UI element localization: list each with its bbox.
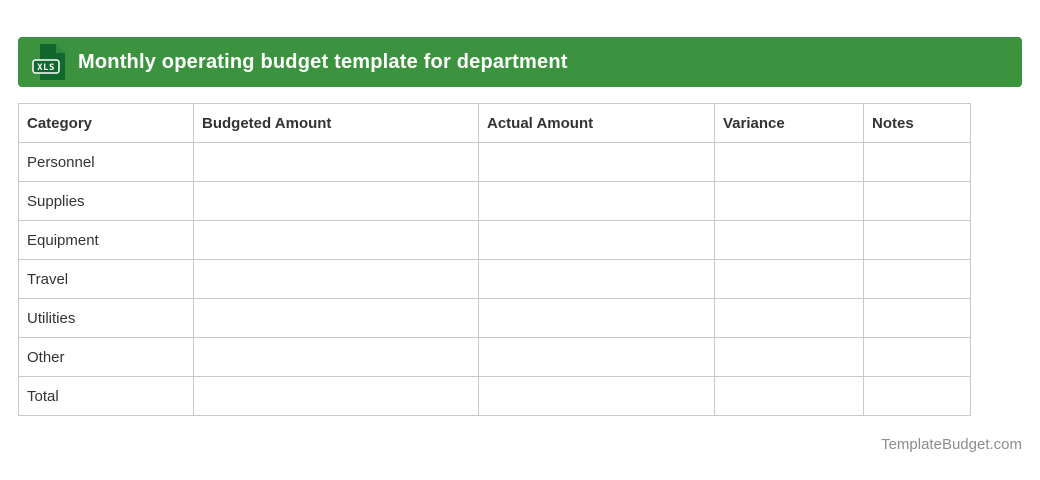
page: XLS Monthly operating budget template fo… bbox=[0, 0, 1040, 480]
row-label-total: Total bbox=[18, 376, 194, 416]
cell-other-budgeted bbox=[193, 337, 479, 377]
column-header-budgeted-amount: Budgeted Amount bbox=[193, 103, 479, 143]
column-header-actual-amount: Actual Amount bbox=[478, 103, 715, 143]
table-row-equipment: Equipment bbox=[18, 220, 971, 260]
cell-personnel-notes bbox=[863, 142, 971, 182]
cell-travel-variance bbox=[714, 259, 864, 299]
table-row-personnel: Personnel bbox=[18, 142, 971, 182]
table-row-total: Total bbox=[18, 376, 971, 416]
table-row-travel: Travel bbox=[18, 259, 971, 299]
cell-total-notes bbox=[863, 376, 971, 416]
cell-travel-notes bbox=[863, 259, 971, 299]
xls-file-icon: XLS bbox=[32, 43, 66, 81]
header-bar: XLS Monthly operating budget template fo… bbox=[18, 37, 1022, 87]
row-label-utilities: Utilities bbox=[18, 298, 194, 338]
row-label-other: Other bbox=[18, 337, 194, 377]
cell-other-actual bbox=[478, 337, 715, 377]
cell-supplies-actual bbox=[478, 181, 715, 221]
cell-personnel-variance bbox=[714, 142, 864, 182]
column-header-notes: Notes bbox=[863, 103, 971, 143]
table-row-supplies: Supplies bbox=[18, 181, 971, 221]
table-header-row: Category Budgeted Amount Actual Amount V… bbox=[18, 103, 971, 143]
cell-equipment-variance bbox=[714, 220, 864, 260]
row-label-personnel: Personnel bbox=[18, 142, 194, 182]
cell-equipment-notes bbox=[863, 220, 971, 260]
cell-equipment-actual bbox=[478, 220, 715, 260]
row-label-supplies: Supplies bbox=[18, 181, 194, 221]
cell-travel-budgeted bbox=[193, 259, 479, 299]
row-label-equipment: Equipment bbox=[18, 220, 194, 260]
cell-supplies-budgeted bbox=[193, 181, 479, 221]
column-header-variance: Variance bbox=[714, 103, 864, 143]
cell-supplies-variance bbox=[714, 181, 864, 221]
row-label-travel: Travel bbox=[18, 259, 194, 299]
cell-total-budgeted bbox=[193, 376, 479, 416]
table-row-other: Other bbox=[18, 337, 971, 377]
cell-other-notes bbox=[863, 337, 971, 377]
footer-site-label: TemplateBudget.com bbox=[881, 436, 1022, 453]
column-header-category: Category bbox=[18, 103, 194, 143]
cell-utilities-budgeted bbox=[193, 298, 479, 338]
cell-travel-actual bbox=[478, 259, 715, 299]
cell-supplies-notes bbox=[863, 181, 971, 221]
cell-total-variance bbox=[714, 376, 864, 416]
xls-badge-text: XLS bbox=[37, 63, 55, 73]
cell-utilities-notes bbox=[863, 298, 971, 338]
cell-utilities-variance bbox=[714, 298, 864, 338]
cell-other-variance bbox=[714, 337, 864, 377]
cell-utilities-actual bbox=[478, 298, 715, 338]
page-title: Monthly operating budget template for de… bbox=[78, 50, 568, 73]
table-row-utilities: Utilities bbox=[18, 298, 971, 338]
budget-table: Category Budgeted Amount Actual Amount V… bbox=[18, 103, 971, 416]
cell-total-actual bbox=[478, 376, 715, 416]
cell-personnel-actual bbox=[478, 142, 715, 182]
cell-personnel-budgeted bbox=[193, 142, 479, 182]
cell-equipment-budgeted bbox=[193, 220, 479, 260]
